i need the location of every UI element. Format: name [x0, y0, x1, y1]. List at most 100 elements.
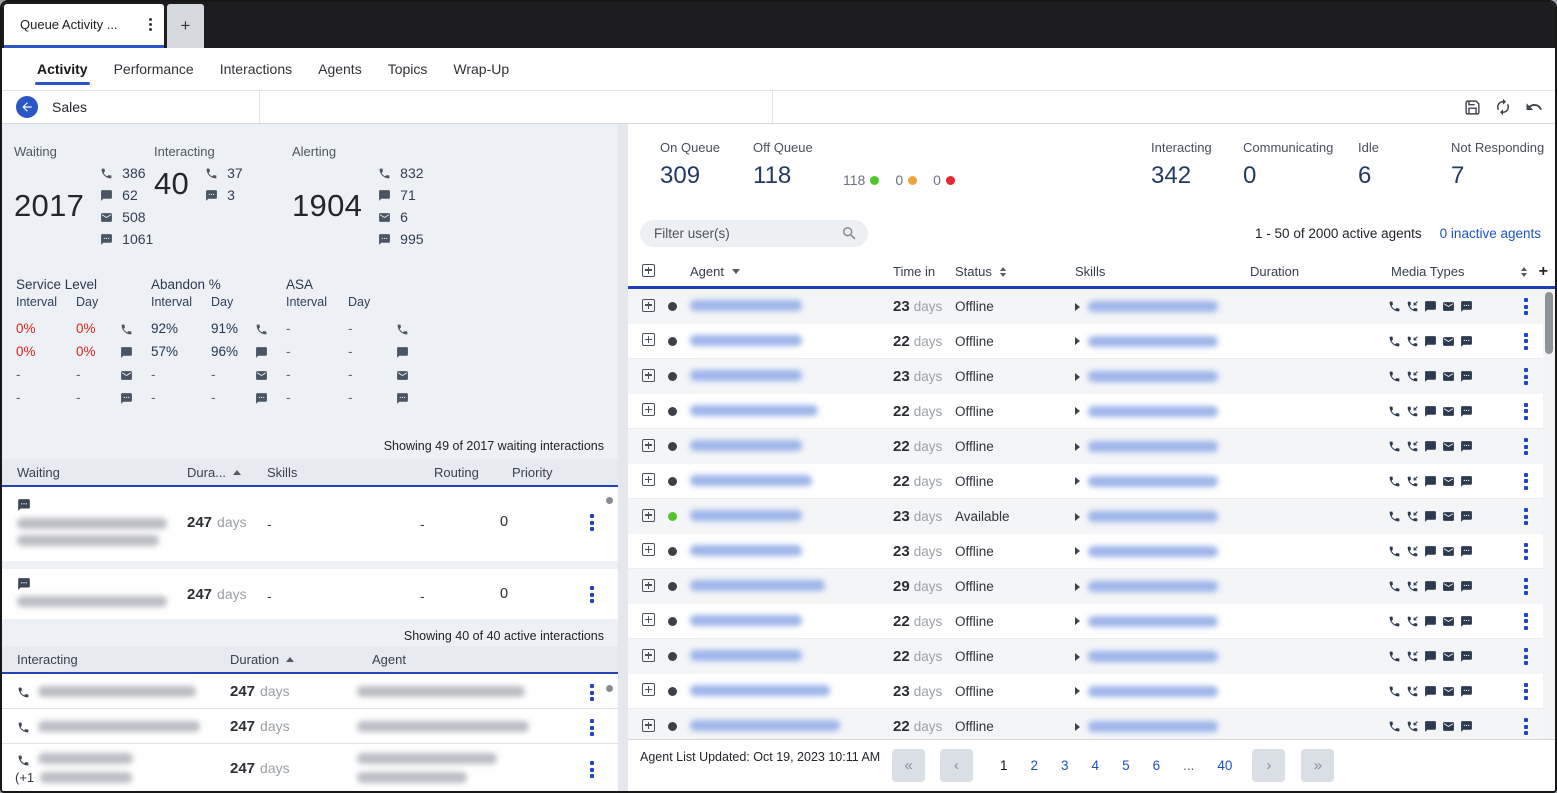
col-agent[interactable]: Agent [690, 264, 875, 279]
page-5[interactable]: 5 [1122, 758, 1130, 773]
col-duration[interactable]: Duration [1250, 264, 1380, 279]
expand-all-icon[interactable] [642, 264, 655, 277]
expand-row-icon[interactable] [642, 719, 655, 732]
expand-skills-icon[interactable] [1075, 653, 1080, 661]
expand-skills-icon[interactable] [1075, 443, 1080, 451]
expand-skills-icon[interactable] [1075, 547, 1080, 555]
expand-row-icon[interactable] [642, 613, 655, 626]
page-1[interactable]: 1 [1000, 758, 1008, 773]
tab-agents[interactable]: Agents [318, 48, 362, 90]
phone-icon [1388, 685, 1401, 698]
media-types [1380, 580, 1493, 593]
row-menu-button[interactable] [588, 717, 596, 738]
page-2[interactable]: 2 [1031, 758, 1039, 773]
expand-skills-icon[interactable] [1075, 303, 1080, 311]
col-interacting[interactable]: Interacting [17, 652, 78, 667]
expand-row-icon[interactable] [642, 299, 655, 312]
back-button[interactable] [16, 96, 38, 118]
row-menu-button[interactable] [1522, 366, 1530, 387]
scrollbar-thumb[interactable] [1545, 292, 1553, 354]
page-3[interactable]: 3 [1061, 758, 1069, 773]
expand-skills-icon[interactable] [1075, 513, 1080, 521]
expand-row-icon[interactable] [642, 333, 655, 346]
col-skills[interactable]: Skills [1075, 264, 1250, 279]
row-menu-button[interactable] [1522, 401, 1530, 422]
tab-topics[interactable]: Topics [388, 48, 428, 90]
save-icon[interactable] [1464, 99, 1481, 116]
row-menu-button[interactable] [1522, 471, 1530, 492]
page-4[interactable]: 4 [1092, 758, 1100, 773]
col-routing[interactable]: Routing [434, 465, 479, 480]
tab-interactions[interactable]: Interactions [220, 48, 292, 90]
expand-skills-icon[interactable] [1075, 337, 1080, 345]
row-menu-button[interactable] [588, 512, 596, 533]
expand-row-icon[interactable] [642, 473, 655, 486]
tab-wrapup[interactable]: Wrap-Up [453, 48, 509, 90]
undo-icon[interactable] [1525, 98, 1543, 116]
expand-skills-icon[interactable] [1075, 583, 1080, 591]
scroll-indicator[interactable] [606, 497, 613, 504]
row-menu-button[interactable] [1522, 716, 1530, 737]
expand-row-icon[interactable] [642, 403, 655, 416]
scroll-indicator[interactable] [606, 685, 613, 692]
expand-skills-icon[interactable] [1075, 407, 1080, 415]
callback-icon [1406, 720, 1419, 733]
expand-skills-icon[interactable] [1075, 477, 1080, 485]
agent-list-scrollbar[interactable] [1543, 289, 1555, 744]
row-menu-button[interactable] [588, 584, 596, 605]
agent-name-redacted [690, 440, 802, 451]
row-menu-button[interactable] [1522, 646, 1530, 667]
expand-skills-icon[interactable] [1075, 723, 1080, 731]
last-page-button[interactable]: » [1301, 749, 1334, 782]
expand-row-icon[interactable] [642, 509, 655, 522]
col-waiting[interactable]: Waiting [17, 465, 60, 480]
first-page-button[interactable]: « [892, 749, 925, 782]
next-page-button[interactable]: › [1252, 749, 1285, 782]
add-column-icon[interactable] [1539, 263, 1548, 281]
expand-row-icon[interactable] [642, 579, 655, 592]
col-media-types[interactable]: Media Types [1380, 264, 1493, 279]
row-menu-button[interactable] [1522, 576, 1530, 597]
new-tab-button[interactable]: + [167, 4, 204, 48]
col-time-in[interactable]: Time in [875, 264, 955, 279]
tab-activity[interactable]: Activity [37, 48, 88, 90]
col-agent[interactable]: Agent [372, 652, 406, 667]
inactive-agents-link[interactable]: 0 inactive agents [1440, 226, 1541, 241]
prev-page-button[interactable]: ‹ [940, 749, 973, 782]
col-duration[interactable]: Dura... [187, 465, 241, 480]
agent-name-redacted [690, 685, 830, 696]
expand-row-icon[interactable] [642, 439, 655, 452]
row-menu-button[interactable] [1522, 541, 1530, 562]
tab-performance[interactable]: Performance [114, 48, 194, 90]
row-menu-button[interactable] [1522, 296, 1530, 317]
filter-users-input[interactable] [640, 220, 868, 247]
row-menu-button[interactable] [1522, 611, 1530, 632]
expand-skills-icon[interactable] [1075, 687, 1080, 695]
expand-row-icon[interactable] [642, 543, 655, 556]
expand-skills-icon[interactable] [1075, 373, 1080, 381]
queue-activity-tab[interactable]: Queue Activity ... [4, 4, 164, 48]
tab-menu-icon[interactable] [145, 14, 156, 35]
row-menu-button[interactable] [1522, 331, 1530, 352]
row-menu-button[interactable] [1522, 506, 1530, 527]
expand-row-icon[interactable] [642, 369, 655, 382]
expand-row-icon[interactable] [642, 649, 655, 662]
page-40[interactable]: 40 [1217, 758, 1232, 773]
expand-skills-icon[interactable] [1075, 617, 1080, 625]
col-duration[interactable]: Duration [230, 652, 294, 667]
row-menu-button[interactable] [588, 759, 596, 780]
chat-icon [1424, 440, 1437, 453]
row-menu-button[interactable] [1522, 436, 1530, 457]
col-status[interactable]: Status [955, 264, 1075, 279]
message-icon [1460, 580, 1473, 593]
expand-row-icon[interactable] [642, 683, 655, 696]
email-icon [120, 369, 133, 382]
page-6[interactable]: 6 [1153, 758, 1161, 773]
sync-icon[interactable] [1494, 98, 1512, 116]
row-menu-button[interactable] [588, 682, 596, 703]
row-menu-button[interactable] [1522, 681, 1530, 702]
routing-value: - [420, 588, 425, 604]
col-priority[interactable]: Priority [512, 465, 552, 480]
col-skills[interactable]: Skills [267, 465, 297, 480]
sort-updown-icon[interactable] [1521, 267, 1527, 277]
